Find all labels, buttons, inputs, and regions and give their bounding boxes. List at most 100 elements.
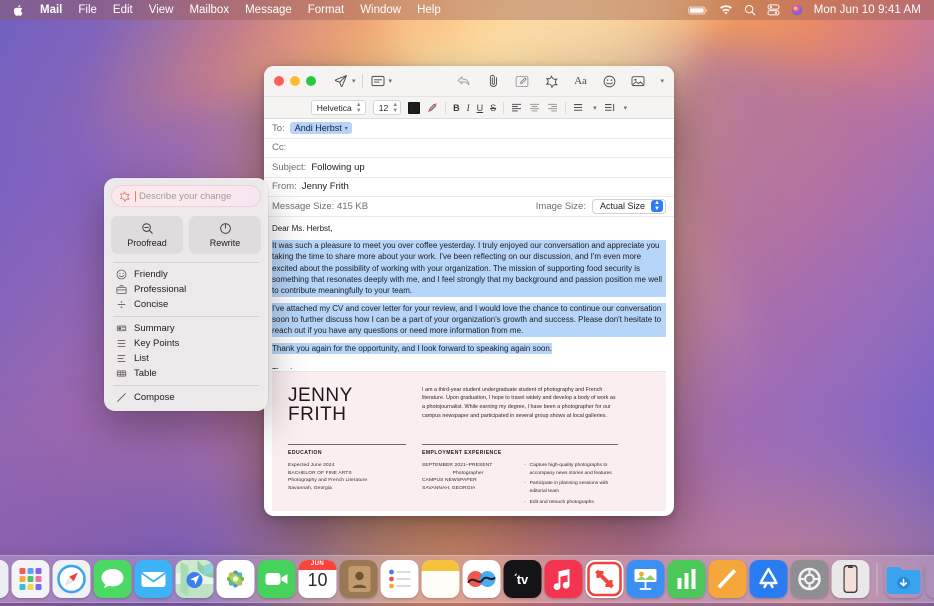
stationery-icon[interactable]	[369, 71, 387, 91]
reply-icon[interactable]	[455, 71, 473, 91]
compose-item[interactable]: Compose	[111, 390, 261, 405]
attachment-preview-resume[interactable]: JENNY FRITH I am a third-year student un…	[272, 371, 666, 511]
apple-intelligence-icon[interactable]	[542, 71, 560, 91]
dock-item-tv[interactable]: tv	[504, 560, 542, 598]
minimize-button[interactable]	[290, 76, 300, 86]
menu-item-file[interactable]: File	[70, 0, 105, 20]
transform-item-list[interactable]: List	[111, 351, 261, 366]
image-size-select[interactable]: Actual Size ▲▼	[592, 199, 666, 214]
menu-item-message[interactable]: Message	[237, 0, 300, 20]
dock-item-trash[interactable]	[926, 560, 934, 598]
photos-chevron-down-icon[interactable]: ▾	[660, 77, 664, 85]
send-icon[interactable]	[332, 71, 350, 91]
dock-item-freeform[interactable]	[463, 560, 501, 598]
rewrite-circle-icon	[219, 222, 232, 235]
to-label: To:	[272, 123, 285, 134]
tone-item-concise[interactable]: Concise	[111, 297, 261, 312]
bold-button[interactable]: B	[453, 103, 460, 113]
transform-item-key-points[interactable]: Key Points	[111, 336, 261, 351]
to-field-row[interactable]: To: Andi Herbst ▾	[264, 119, 674, 139]
transform-item-summary[interactable]: Summary	[111, 321, 261, 336]
close-button[interactable]	[274, 76, 284, 86]
from-field-row[interactable]: From: Jenny Frith	[264, 178, 674, 198]
cc-field-row[interactable]: Cc:	[264, 139, 674, 159]
align-left-icon[interactable]	[511, 103, 522, 112]
menu-item-help[interactable]: Help	[409, 0, 449, 20]
menu-item-view[interactable]: View	[141, 0, 182, 20]
rewrite-button[interactable]: Rewrite	[189, 216, 261, 254]
photos-icon[interactable]	[629, 71, 647, 91]
control-center-icon[interactable]	[767, 4, 780, 16]
wifi-icon[interactable]	[719, 5, 733, 16]
menu-item-window[interactable]: Window	[352, 0, 409, 20]
dock-item-mail[interactable]	[135, 560, 173, 598]
indent-icon[interactable]	[604, 103, 615, 112]
attach-icon[interactable]	[484, 71, 502, 91]
list-icon[interactable]	[573, 103, 584, 112]
italic-button[interactable]: I	[467, 103, 470, 113]
maximize-button[interactable]	[306, 76, 316, 86]
indent-chevron-down-icon[interactable]: ▾	[624, 104, 628, 112]
menu-item-format[interactable]: Format	[300, 0, 352, 20]
underline-button[interactable]: U	[477, 103, 484, 113]
search-icon[interactable]	[744, 4, 756, 16]
body-signoff: Thanks,	[272, 366, 666, 368]
resume-employment-line: CAMPUS NEWSPAPER	[422, 477, 514, 485]
dock-item-photos[interactable]	[217, 560, 255, 598]
menu-item-mailbox[interactable]: Mailbox	[181, 0, 237, 20]
stationery-chevron-down-icon[interactable]: ▾	[389, 77, 393, 85]
dock-item-system-settings[interactable]	[791, 560, 829, 598]
menu-item-edit[interactable]: Edit	[105, 0, 141, 20]
dock-item-music[interactable]	[545, 560, 583, 598]
dock-item-calendar[interactable]: JUN 10	[299, 560, 337, 598]
tone-item-friendly[interactable]: Friendly	[111, 267, 261, 282]
dock-item-contacts[interactable]	[340, 560, 378, 598]
dock-item-notes[interactable]	[422, 560, 460, 598]
dock-item-facetime[interactable]	[258, 560, 296, 598]
align-right-icon[interactable]	[547, 103, 558, 112]
menu-bar-clock[interactable]: Mon Jun 10 9:41 AM	[814, 4, 921, 16]
dock-item-downloads[interactable]	[885, 560, 923, 598]
dock-item-launchpad[interactable]	[12, 560, 50, 598]
highlighter-icon[interactable]	[427, 102, 438, 113]
font-family-select[interactable]: Helvetica ▲▼	[311, 100, 366, 115]
recipient-chevron-down-icon[interactable]: ▾	[345, 125, 348, 132]
markup-icon[interactable]	[513, 71, 531, 91]
proofread-button[interactable]: Proofread	[111, 216, 183, 254]
briefcase-icon	[115, 284, 127, 296]
battery-icon[interactable]	[688, 5, 708, 16]
align-center-icon[interactable]	[529, 103, 540, 112]
dock-calendar-month: JUN	[299, 561, 337, 567]
dock-item-maps[interactable]	[176, 560, 214, 598]
describe-change-input[interactable]: Describe your change	[111, 185, 261, 207]
list-chevron-down-icon[interactable]: ▾	[593, 104, 597, 112]
menu-item-mail[interactable]: Mail	[32, 0, 70, 20]
transform-item-table[interactable]: Table	[111, 366, 261, 381]
dock-item-news[interactable]	[586, 560, 624, 598]
strikethrough-button[interactable]: S	[490, 103, 496, 113]
tone-item-professional[interactable]: Professional	[111, 282, 261, 297]
dock-item-pages[interactable]	[709, 560, 747, 598]
dock-item-finder[interactable]	[0, 560, 9, 598]
recipient-token[interactable]: Andi Herbst ▾	[290, 122, 352, 134]
dock-item-app-store[interactable]	[750, 560, 788, 598]
text-color-swatch[interactable]	[408, 102, 420, 114]
dock-item-keynote[interactable]	[627, 560, 665, 598]
dock-item-numbers[interactable]	[668, 560, 706, 598]
tone-professional-label: Professional	[134, 284, 186, 295]
tone-friendly-label: Friendly	[134, 269, 168, 280]
send-options-chevron-down-icon[interactable]: ▾	[352, 77, 356, 85]
siri-icon[interactable]	[791, 4, 803, 16]
message-body[interactable]: Dear Ms. Herbst, It was such a pleasure …	[264, 217, 674, 369]
apple-logo-icon[interactable]	[9, 4, 32, 17]
dock-item-safari[interactable]	[53, 560, 91, 598]
format-icon[interactable]: Aa	[571, 71, 589, 91]
dock-item-iphone-mirroring[interactable]	[832, 560, 870, 598]
resume-education-line: BACHELOR OF FINE ARTS	[288, 470, 406, 478]
dock-item-reminders[interactable]	[381, 560, 419, 598]
subject-field-row[interactable]: Subject: Following up	[264, 158, 674, 178]
resume-employment-line: Photographer	[422, 470, 514, 478]
dock-item-messages[interactable]	[94, 560, 132, 598]
emoji-icon[interactable]	[600, 71, 618, 91]
font-size-select[interactable]: 12 ▲▼	[373, 100, 401, 115]
